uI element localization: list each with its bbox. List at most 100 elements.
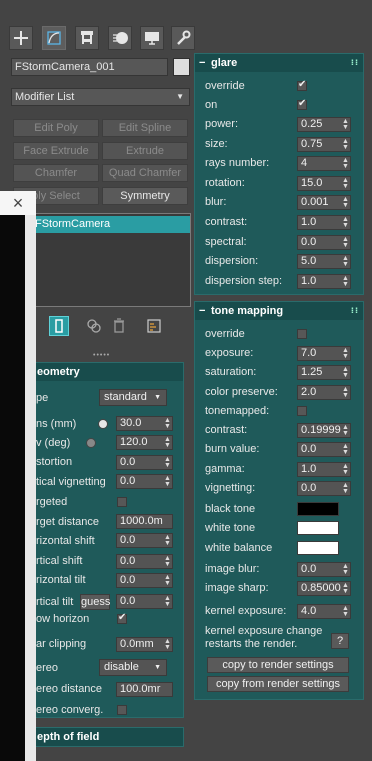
modify-tab[interactable] — [42, 26, 66, 50]
glare-title: glare — [211, 57, 238, 69]
stereo-distance-spinner[interactable]: 100.0mr — [116, 682, 173, 697]
distortion-value: 0.0 — [120, 456, 136, 468]
edit-spline-button[interactable]: Edit Spline — [102, 119, 188, 137]
stereo-converg-label: ereo converg. — [36, 704, 104, 716]
object-color-swatch[interactable] — [173, 58, 190, 76]
motion-tab[interactable] — [108, 26, 132, 50]
horizontal-shift-value: 0.0 — [120, 534, 136, 546]
pin-stack-icon[interactable] — [49, 316, 69, 336]
tone2-label-3: vignetting: — [205, 482, 256, 495]
hierarchy-tab[interactable] — [75, 26, 99, 50]
horizontal-tilt-value: 0.0 — [120, 574, 136, 586]
near-clipping-spinner[interactable]: 0.0mm ▲ ▼ — [116, 637, 173, 652]
drag-handle[interactable]: ••••• — [93, 352, 109, 359]
vertical-shift-spinner[interactable]: 0.0 ▲ ▼ — [116, 554, 173, 569]
extrude-button[interactable]: Extrude — [102, 142, 188, 160]
guess-button[interactable]: guess — [80, 594, 110, 610]
spinner-arrows-icon: ▲ ▼ — [342, 157, 349, 171]
object-name-field[interactable]: FStormCamera_001 — [11, 58, 168, 76]
quad-chamfer-button[interactable]: Quad Chamfer — [102, 164, 188, 182]
vertical-tilt-spinner[interactable]: 0.0 ▲ ▼ — [116, 594, 173, 609]
spinner-arrows-icon: ▲ ▼ — [342, 385, 349, 399]
modifier-list-dropdown[interactable]: Modifier List ▼ — [11, 88, 190, 106]
glare-spinner-0[interactable]: 0.25 ▲ ▼ — [297, 117, 351, 132]
kernel-exposure-spinner[interactable]: 4.0 ▲ ▼ — [297, 604, 351, 619]
distortion-spinner[interactable]: 0.0 ▲ ▼ — [116, 455, 173, 470]
glare-header[interactable]: − glare ⁝⁝ — [195, 54, 363, 72]
camera-type-dropdown[interactable]: standard ▼ — [99, 389, 167, 406]
display-tab[interactable] — [140, 26, 164, 50]
copy-from-render-settings-button[interactable]: copy from render settings — [207, 676, 349, 692]
show-horizon-checkbox[interactable]: ✔ — [117, 612, 127, 624]
help-button[interactable]: ? — [331, 633, 349, 649]
fov-spinner[interactable]: 120.0 ▲ ▼ — [116, 435, 173, 450]
vertical-shift-label: rtical shift — [36, 555, 83, 567]
tonemapped-checkbox[interactable] — [297, 406, 307, 416]
tone-color-swatch-0[interactable] — [297, 502, 339, 516]
glare-spinner-1[interactable]: 0.75 ▲ ▼ — [297, 136, 351, 152]
tone2-label-0: contrast: — [205, 424, 248, 436]
stack-item-fstormcamera[interactable]: FStormCamera — [12, 216, 190, 233]
face-extrude-button[interactable]: Face Extrude — [13, 142, 99, 160]
tone3-value-0: 0.0 — [301, 563, 317, 575]
geometry-title: eometry — [37, 366, 80, 378]
vertical-vignetting-spinner[interactable]: 0.0 ▲ ▼ — [116, 474, 173, 489]
lens-spinner[interactable]: 30.0 ▲ ▼ — [116, 416, 173, 431]
tone-color-swatch-2[interactable] — [297, 540, 339, 555]
symmetry-button[interactable]: Symmetry — [102, 187, 188, 205]
glare-spinner-6[interactable]: 0.0 ▲ ▼ — [297, 234, 351, 250]
glare-spinner-7[interactable]: 5.0 ▲ ▼ — [297, 254, 351, 270]
tone3-label-0: image blur: — [205, 563, 260, 575]
tone3-value-1: 0.85000 — [301, 582, 341, 594]
glare-label-5: contrast: — [205, 216, 248, 228]
lens-radio[interactable] — [98, 419, 108, 429]
fov-radio[interactable] — [86, 438, 96, 448]
tone2-spinner-3[interactable]: 0.0 ▲ ▼ — [297, 481, 351, 497]
make-unique-icon[interactable] — [84, 316, 104, 336]
tone-mapping-header[interactable]: − tone mapping ⁝⁝ — [195, 302, 363, 320]
tone-spinner-0[interactable]: 7.0 ▲ ▼ — [297, 346, 351, 361]
dof-title: epth of field — [37, 731, 100, 743]
kernel-exposure-label: kernel exposure: — [205, 605, 287, 617]
glare-spinner-2[interactable]: 4 ▲ ▼ — [297, 156, 351, 172]
tone3-spinner-0[interactable]: 0.0 ▲ ▼ — [297, 562, 351, 577]
tone-override-checkbox[interactable] — [297, 329, 307, 339]
dof-header[interactable]: epth of field — [23, 728, 183, 746]
target-distance-spinner[interactable]: 1000.0m — [116, 514, 173, 529]
modifier-stack: FStormCamera — [11, 213, 191, 307]
glare-value-5: 1.0 — [301, 216, 317, 228]
trash-icon[interactable] — [109, 316, 129, 336]
glare-spinner-5[interactable]: 1.0 ▲ ▼ — [297, 215, 351, 230]
utilities-tab[interactable] — [171, 26, 195, 50]
tone3-spinner-1[interactable]: 0.85000 ▲ ▼ — [297, 581, 351, 596]
viewport-sliver — [0, 215, 25, 761]
stereo-converg-checkbox[interactable] — [117, 705, 127, 715]
tone2-spinner-2[interactable]: 1.0 ▲ ▼ — [297, 461, 351, 477]
modifier-list-label: Modifier List — [15, 91, 75, 103]
wrench-icon — [177, 30, 191, 45]
glare-on-checkbox[interactable]: ✔ — [297, 98, 307, 110]
tone-spinner-2[interactable]: 2.0 ▲ ▼ — [297, 384, 351, 400]
close-icon[interactable]: × — [13, 193, 24, 214]
fov-label: v (deg) — [36, 437, 71, 449]
horizontal-shift-spinner[interactable]: 0.0 ▲ ▼ — [116, 533, 173, 548]
edit-poly-button[interactable]: Edit Poly — [13, 119, 99, 137]
targeted-checkbox[interactable] — [117, 497, 127, 507]
create-tab[interactable] — [9, 26, 33, 50]
horizontal-tilt-spinner[interactable]: 0.0 ▲ ▼ — [116, 573, 173, 588]
copy-to-render-settings-button[interactable]: copy to render settings — [207, 657, 349, 673]
tone2-spinner-0[interactable]: 0.19999 ▲ ▼ — [297, 423, 351, 438]
chamfer-button[interactable]: Chamfer — [13, 164, 99, 182]
spinner-arrows-icon: ▲ ▼ — [342, 563, 349, 576]
glare-spinner-3[interactable]: 15.0 ▲ ▼ — [297, 175, 351, 191]
stereo-dropdown[interactable]: disable ▼ — [99, 659, 167, 676]
tone2-spinner-1[interactable]: 0.0 ▲ ▼ — [297, 442, 351, 458]
glare-spinner-8[interactable]: 1.0 ▲ ▼ — [297, 273, 351, 289]
tone-color-swatch-1[interactable] — [297, 521, 339, 536]
glare-override-checkbox[interactable]: ✔ — [297, 79, 307, 91]
glare-spinner-4[interactable]: 0.001 ▲ ▼ — [297, 195, 351, 211]
viewport-scrollbar[interactable] — [25, 215, 36, 761]
tone-spinner-1[interactable]: 1.25 ▲ ▼ — [297, 365, 351, 381]
configure-sets-icon[interactable] — [144, 316, 164, 336]
geometry-header[interactable]: eometry — [23, 363, 183, 381]
